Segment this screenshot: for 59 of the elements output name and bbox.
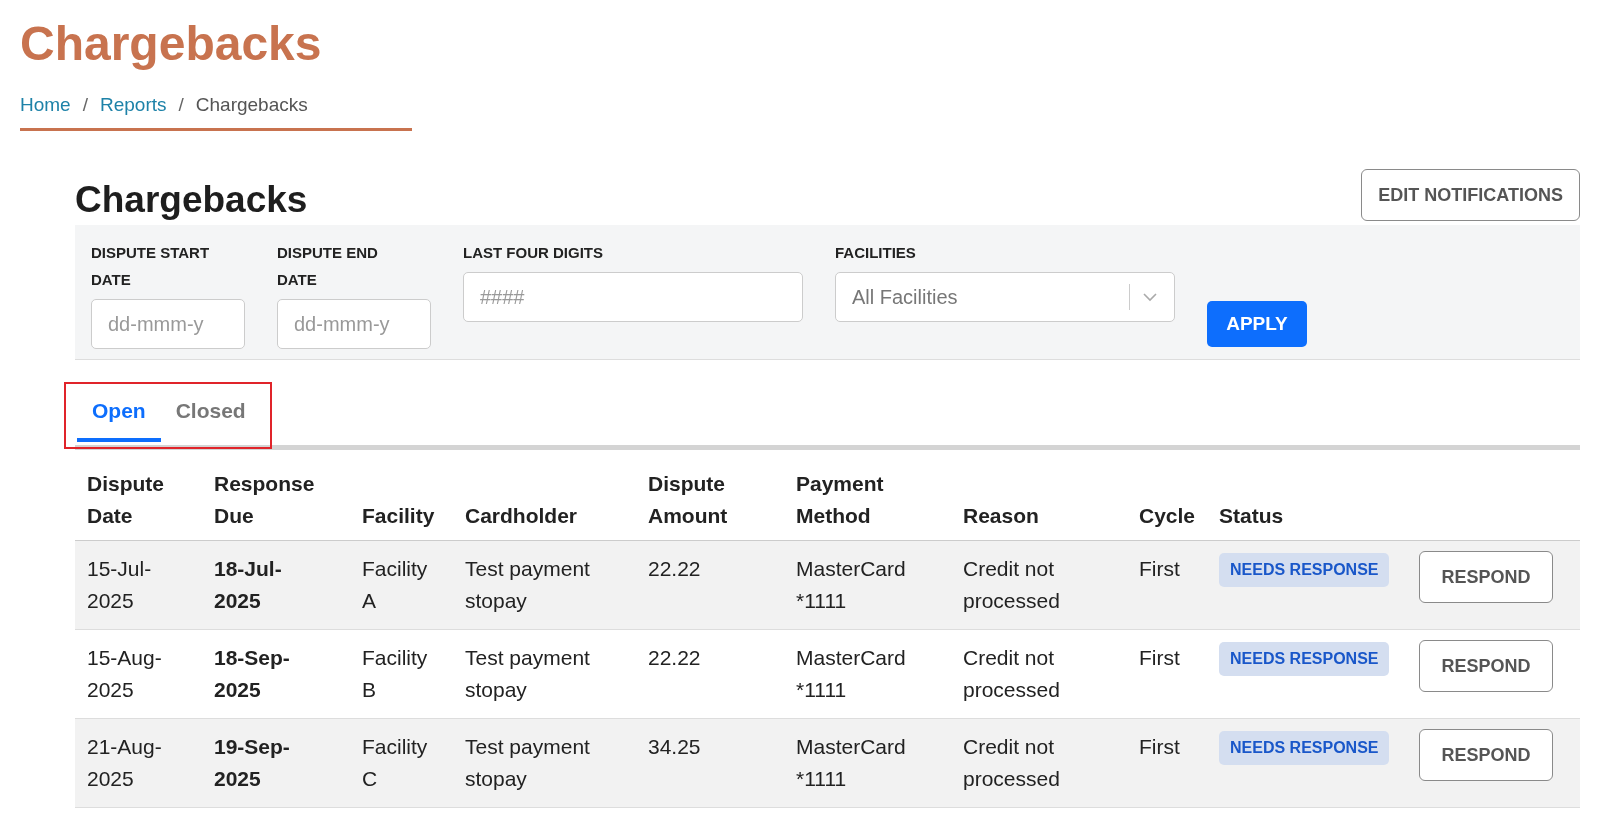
breadcrumb-separator: / xyxy=(82,94,88,116)
filter-label: LAST FOUR DIGITS xyxy=(463,243,604,263)
amount-cell-text: 34.25 xyxy=(648,734,701,760)
status-badge: NEEDS RESPONSE xyxy=(1219,553,1390,587)
column-header: Status xyxy=(1219,503,1284,529)
column-header: Cardholder xyxy=(465,503,577,529)
digits-field[interactable]: #### xyxy=(463,272,803,322)
section-heading: Chargebacks xyxy=(75,179,308,221)
respond-button[interactable]: RESPOND xyxy=(1419,729,1553,781)
cardholder-cell-text: Test payment stopay xyxy=(465,734,591,792)
date-cell-text: 15-Jul-2025 xyxy=(87,556,153,614)
cycle-cell-text: First xyxy=(1139,734,1180,760)
facility-cell-text: Facility B xyxy=(362,645,429,703)
facilities-dropdown[interactable]: All Facilities xyxy=(835,272,1175,322)
due-date-cell-text: 19-Sep-2025 xyxy=(214,734,291,792)
apply-button[interactable]: APPLY xyxy=(1207,301,1307,347)
cycle-cell-text: First xyxy=(1139,556,1180,582)
filter-label: DISPUTE END DATE xyxy=(277,243,379,290)
cycle-cell-text: First xyxy=(1139,645,1180,671)
due-date-cell-text: 18-Sep-2025 xyxy=(214,645,291,703)
column-header: Dispute Date xyxy=(87,471,165,529)
tab[interactable]: Open xyxy=(77,390,161,442)
column-header: Dispute Amount xyxy=(648,471,729,529)
payment-method-cell-text: MasterCard *1111 xyxy=(796,556,907,614)
filter-label: FACILITIES xyxy=(835,243,917,263)
date-field[interactable]: dd-mmm-y xyxy=(277,299,431,349)
status-badge: NEEDS RESPONSE xyxy=(1219,642,1390,676)
facility-cell-text: Facility A xyxy=(362,556,429,614)
status-badge: NEEDS RESPONSE xyxy=(1219,731,1390,765)
due-date-cell-text: 18-Jul-2025 xyxy=(214,556,283,614)
column-header: Cycle xyxy=(1139,503,1196,529)
column-header: Facility xyxy=(362,503,435,529)
edit-notifications-button[interactable]: EDIT NOTIFICATIONS xyxy=(1361,169,1580,221)
date-field[interactable]: dd-mmm-y xyxy=(91,299,245,349)
reason-cell-text: Credit not processed xyxy=(963,734,1061,792)
column-header: Payment Method xyxy=(796,471,885,529)
filter-label: DISPUTE START DATE xyxy=(91,243,211,290)
date-cell-text: 21-Aug-2025 xyxy=(87,734,163,792)
breadcrumb-separator: / xyxy=(178,94,184,116)
payment-method-cell-text: MasterCard *1111 xyxy=(796,734,907,792)
column-header: Response Due xyxy=(214,471,316,529)
payment-method-cell-text: MasterCard *1111 xyxy=(796,645,907,703)
breadcrumb-current: Chargebacks xyxy=(195,94,308,116)
reason-cell-text: Credit not processed xyxy=(963,556,1061,614)
reason-cell-text: Credit not processed xyxy=(963,645,1061,703)
amount-cell-text: 22.22 xyxy=(648,645,701,671)
cardholder-cell-text: Test payment stopay xyxy=(465,645,591,703)
date-cell-text: 15-Aug-2025 xyxy=(87,645,163,703)
respond-button[interactable]: RESPOND xyxy=(1419,551,1553,603)
facility-cell-text: Facility C xyxy=(362,734,429,792)
chevron-down-icon xyxy=(1142,292,1158,302)
amount-cell-text: 22.22 xyxy=(648,556,701,582)
page-title: Chargebacks xyxy=(20,16,322,72)
respond-button[interactable]: RESPOND xyxy=(1419,640,1553,692)
breadcrumb-link[interactable]: Reports xyxy=(99,94,167,116)
tab[interactable]: Closed xyxy=(160,390,261,442)
column-header: Reason xyxy=(963,503,1039,529)
cardholder-cell-text: Test payment stopay xyxy=(465,556,591,614)
breadcrumb-link[interactable]: Home xyxy=(20,94,71,116)
